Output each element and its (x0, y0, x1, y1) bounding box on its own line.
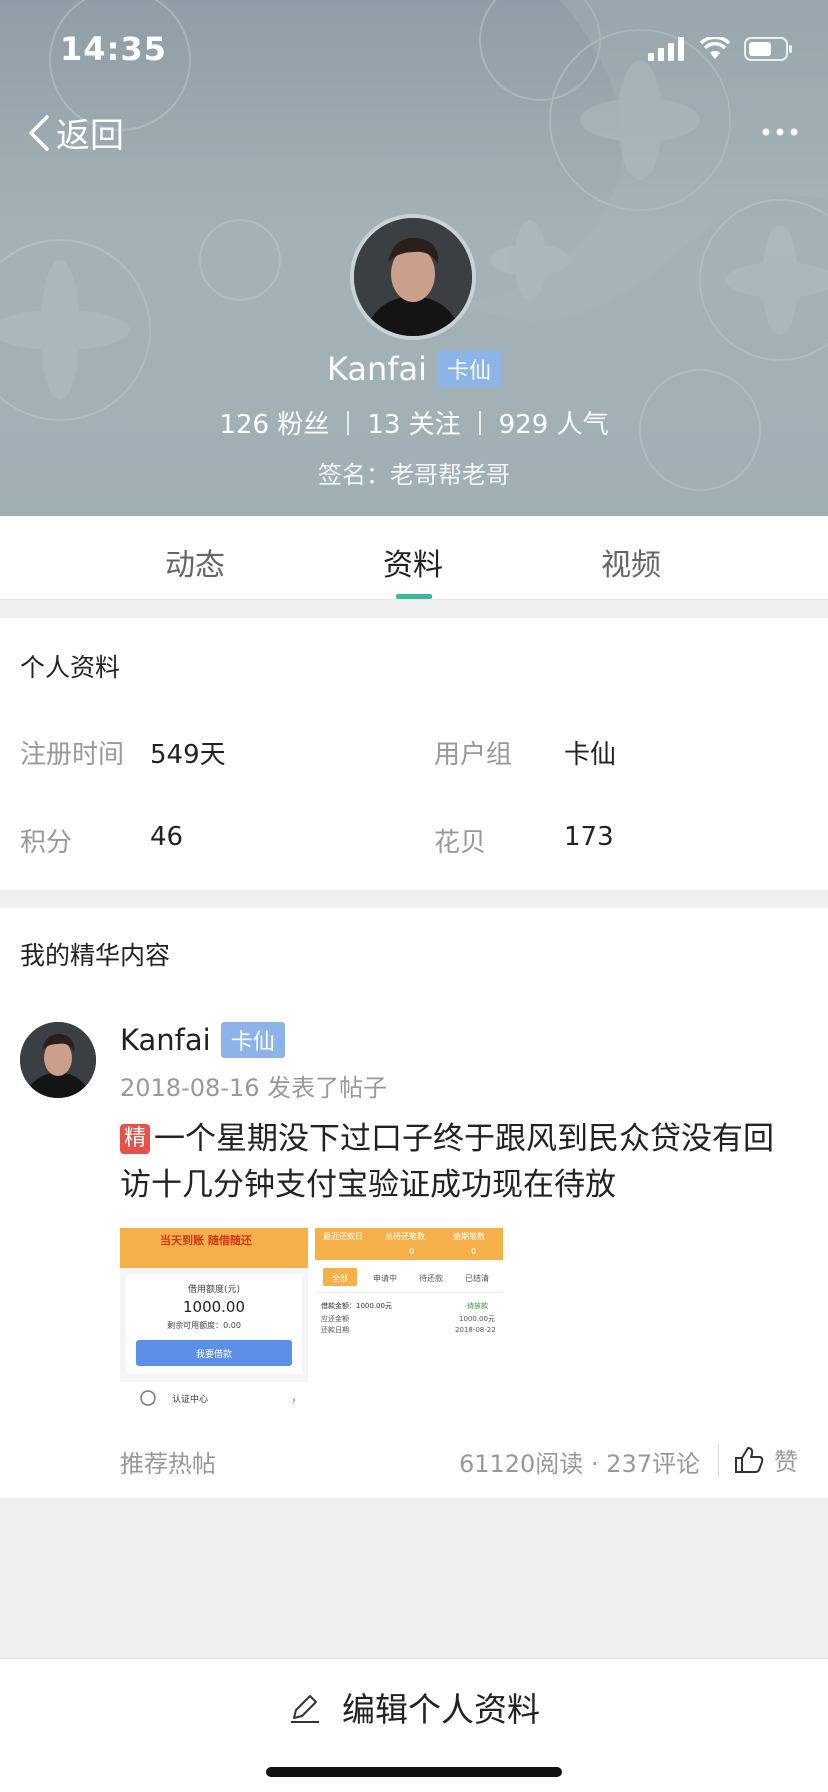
tab-profile[interactable]: 资料 (383, 540, 443, 584)
more-options-icon[interactable] (760, 120, 800, 144)
fans-count[interactable]: 126 粉丝 (219, 404, 329, 441)
thumb2-header-right: 逾期笔数 (453, 1231, 485, 1241)
stats-divider (478, 410, 481, 435)
personal-info-card: 个人资料 注册时间 549天 用户组 卡仙 积分 46 花贝 173 (0, 618, 828, 890)
user-group-badge: 卡仙 (437, 351, 502, 387)
battery-icon (744, 37, 792, 61)
field-label-user-group: 用户组 (434, 740, 513, 770)
stats-divider (347, 410, 350, 435)
active-tab-indicator (396, 594, 432, 599)
field-value-user-group: 卡仙 (564, 740, 617, 770)
thumbs-up-icon (735, 1446, 764, 1473)
featured-content-card: 我的精华内容 Kanfai 卡仙 2018-08-16 发表了帖子 精一个星期没… (0, 908, 828, 1498)
thumb2-row2-label: 应还金额 (321, 1314, 349, 1323)
avatar-image (354, 218, 472, 336)
footer-divider (718, 1444, 719, 1478)
user-group-badge: 卡仙 (220, 1022, 285, 1058)
thumb2-zero-2: 0 (471, 1247, 476, 1256)
thumb1-button: 我要借款 (196, 1348, 232, 1360)
post-footer: 推荐热帖 61120阅读 · 237评论 赞 (0, 1438, 828, 1488)
like-button[interactable]: 赞 (734, 1442, 798, 1477)
bottom-action-bar: 编辑个人资料 (0, 1658, 828, 1792)
profile-stats: 126 粉丝 13 关注 929 人气 (0, 404, 828, 441)
post-image-thumbnail[interactable]: 当天到账 随借随还 借用额度(元) 1000.00 剩余可用额度：0.00 我要… (120, 1228, 308, 1416)
loan-screenshot-2: 最近还款日 总待还笔数 逾期笔数 0 0 全部 申请中 待还款 已结清 借款金额… (315, 1228, 503, 1416)
recommend-label: 推荐热帖 (120, 1450, 216, 1478)
profile-tabs: 动态 资料 视频 (0, 516, 828, 600)
thumb2-row2-value: 1000.00元 (459, 1315, 495, 1323)
thumb1-amount: 1000.00 (183, 1298, 245, 1316)
thumb2-row3-value: 2018-08-22 (455, 1326, 496, 1334)
post-title[interactable]: 精一个星期没下过口子终于跟风到民众贷没有回访十几分钟支付宝验证成功现在待放 (120, 1116, 800, 1208)
thumb1-banner: 当天到账 随借随还 (160, 1233, 253, 1247)
thumb1-amount-label: 借用额度(元) (188, 1283, 240, 1295)
signature: 签名：老哥帮老哥 (318, 461, 510, 489)
back-label: 返回 (56, 116, 124, 156)
following-count[interactable]: 13 关注 (367, 404, 460, 441)
home-indicator (266, 1767, 562, 1777)
tab-videos[interactable]: 视频 (601, 540, 661, 584)
thumb1-remaining: 剩余可用额度：0.00 (167, 1320, 241, 1330)
field-label-huabei: 花贝 (434, 828, 487, 858)
post-author-name[interactable]: Kanfai (120, 1023, 211, 1057)
thumb1-auth: 认证中心 (172, 1393, 208, 1405)
loan-screenshot-1: 当天到账 随借随还 借用额度(元) 1000.00 剩余可用额度：0.00 我要… (120, 1228, 308, 1416)
read-comment-counts: 61120阅读 · 237评论 (458, 1450, 700, 1478)
signal-icon (648, 37, 684, 61)
back-button[interactable]: 返回 (28, 108, 124, 157)
status-icons (648, 36, 794, 62)
post-author-avatar[interactable] (20, 1022, 96, 1098)
chevron-left-icon (29, 114, 49, 151)
svg-text:›: › (292, 1395, 296, 1406)
profile-name-row: Kanfai 卡仙 (0, 350, 828, 388)
thumb2-header-left: 最近还款日 (323, 1231, 363, 1241)
status-time: 14:35 (60, 30, 167, 68)
edit-profile-label: 编辑个人资料 (342, 1690, 540, 1729)
thumb2-zero-1: 0 (409, 1247, 414, 1256)
thumb2-tab-1: 全部 (332, 1273, 348, 1283)
profile-name: Kanfai (326, 350, 428, 388)
thumb2-tab-3: 待还款 (419, 1273, 443, 1283)
thumb2-row3-label: 还款日期 (321, 1325, 349, 1334)
thumb2-header-mid: 总待还笔数 (385, 1231, 425, 1241)
pencil-icon (291, 1695, 319, 1723)
thumb2-tab-4: 已结清 (465, 1273, 489, 1283)
popularity-count: 929 人气 (498, 410, 609, 440)
field-label-points: 积分 (20, 828, 73, 858)
field-value-points: 46 (150, 822, 184, 852)
wifi-icon (700, 37, 730, 59)
avatar[interactable] (350, 214, 476, 340)
thumb2-tab-2: 申请中 (373, 1273, 397, 1283)
field-value-huabei: 173 (564, 822, 614, 852)
section-title: 我的精华内容 (20, 941, 171, 970)
section-title: 个人资料 (20, 653, 121, 682)
post-image-thumbnail[interactable]: 最近还款日 总待还笔数 逾期笔数 0 0 全部 申请中 待还款 已结清 借款金额… (315, 1228, 503, 1416)
profile-header: 14:35 返回 Kanfai 卡仙 126 粉丝 13 关注 929 人气 签… (0, 0, 828, 516)
post-author-row: Kanfai 卡仙 (120, 1022, 285, 1058)
essence-badge: 精 (120, 1124, 151, 1154)
avatar-image (20, 1022, 96, 1098)
thumb2-row1-status: 待放款 (467, 1301, 488, 1310)
field-value-register-time: 549天 (150, 740, 226, 770)
thumb2-row1-label: 借款金额：1000.00元 (321, 1301, 392, 1310)
edit-profile-button[interactable]: 编辑个人资料 (0, 1683, 828, 1731)
post-meta: 2018-08-16 发表了帖子 (120, 1074, 388, 1102)
like-label: 赞 (774, 1448, 798, 1476)
field-label-register-time: 注册时间 (20, 740, 125, 770)
post-title-text: 一个星期没下过口子终于跟风到民众贷没有回访十几分钟支付宝验证成功现在待放 (120, 1121, 775, 1203)
tab-dynamics[interactable]: 动态 (165, 540, 225, 584)
